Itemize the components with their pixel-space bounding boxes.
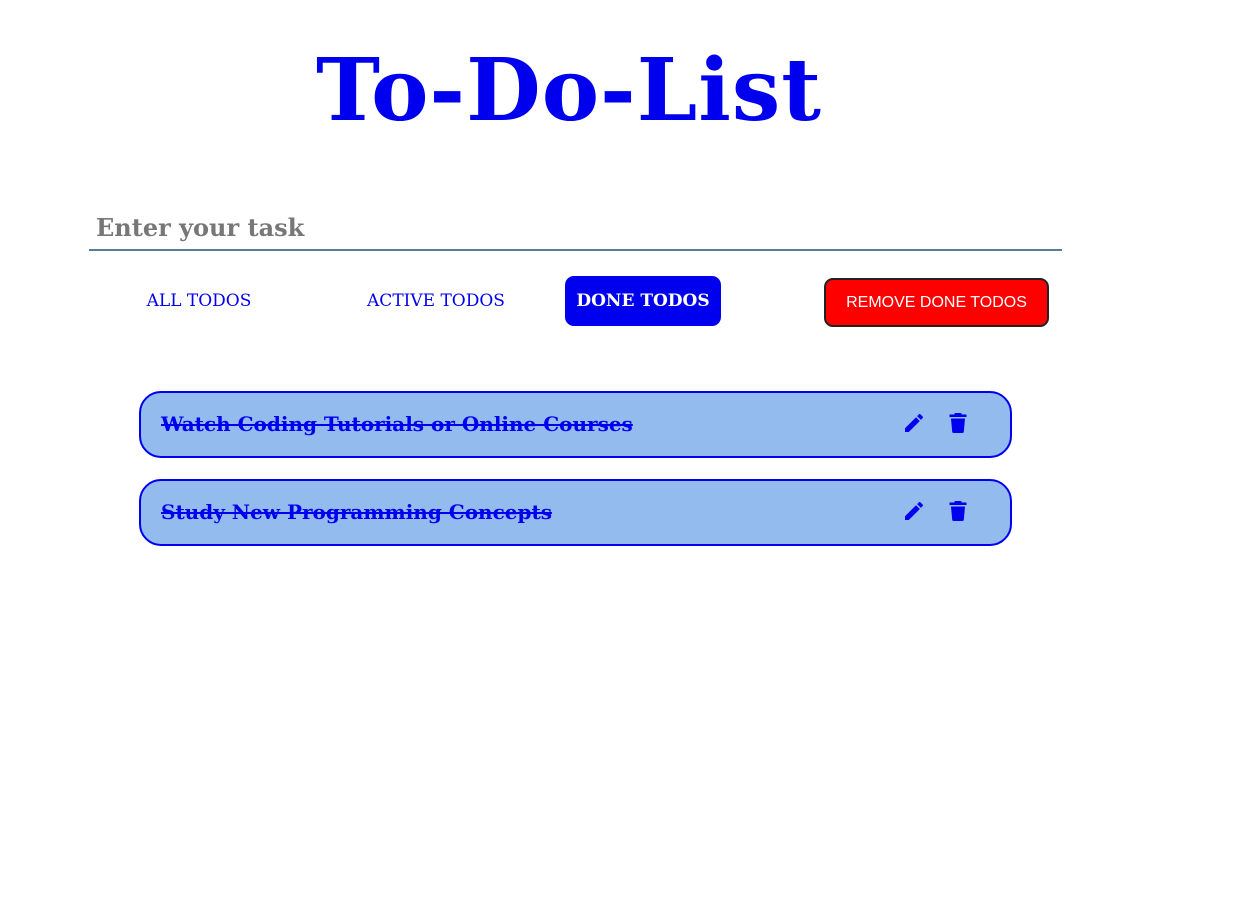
filter-done-todos-button[interactable]: DONE TODOS — [565, 276, 721, 326]
pencil-icon — [905, 501, 924, 520]
edit-button[interactable] — [902, 410, 928, 436]
filter-active-todos-button[interactable]: ACTIVE TODOS — [352, 276, 520, 326]
todo-item: Study New Programming Concepts — [139, 479, 1012, 546]
remove-done-todos-button[interactable]: REMOVE DONE TODOS — [824, 278, 1049, 327]
todo-item: Watch Coding Tutorials or Online Courses — [139, 391, 1012, 458]
trash-icon — [949, 413, 967, 434]
edit-button[interactable] — [902, 498, 928, 524]
todo-list: Watch Coding Tutorials or Online Courses… — [139, 391, 1012, 567]
pencil-icon — [905, 413, 924, 432]
trash-icon — [949, 501, 967, 522]
filter-all-todos-button[interactable]: ALL TODOS — [134, 276, 264, 326]
todo-text[interactable]: Study New Programming Concepts — [161, 481, 552, 544]
task-input[interactable] — [89, 205, 1062, 251]
page-title: To-Do-List — [315, 40, 823, 141]
delete-button[interactable] — [946, 410, 972, 436]
todo-text[interactable]: Watch Coding Tutorials or Online Courses — [161, 393, 633, 456]
delete-button[interactable] — [946, 498, 972, 524]
